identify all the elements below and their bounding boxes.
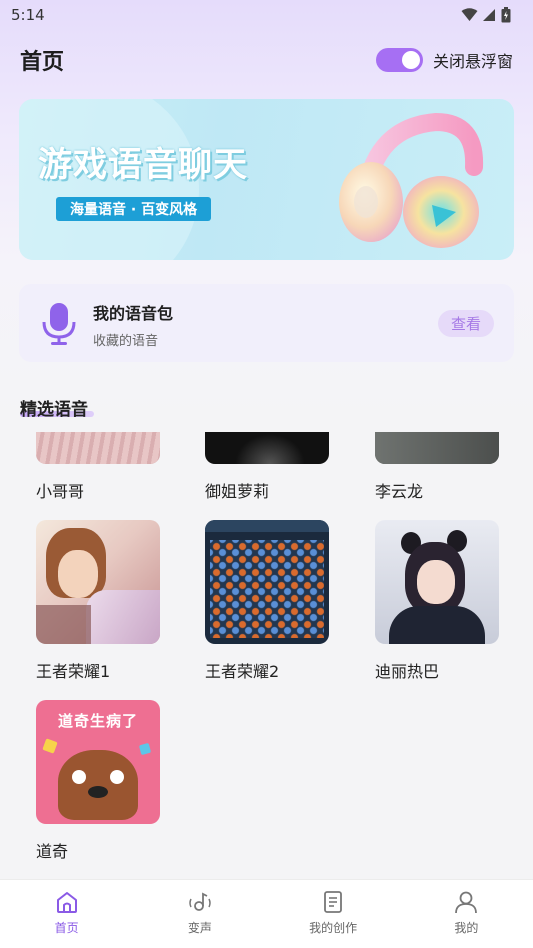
tab-voice-change[interactable]: 变声 bbox=[133, 880, 266, 948]
voice-item[interactable]: 王者荣耀1 bbox=[36, 520, 160, 682]
voice-item[interactable]: 御姐萝莉 bbox=[205, 432, 329, 502]
status-time: 5:14 bbox=[11, 6, 45, 24]
tab-label: 首页 bbox=[54, 921, 79, 935]
view-button[interactable]: 查看 bbox=[438, 310, 494, 337]
bottom-tab-bar: 首页 变声 我的创作 我的 bbox=[0, 879, 533, 948]
tab-my-creations[interactable]: 我的创作 bbox=[267, 880, 400, 948]
battery-icon bbox=[501, 7, 511, 23]
tab-home[interactable]: 首页 bbox=[0, 880, 133, 948]
voice-pack-subtitle: 收藏的语音 bbox=[93, 334, 159, 349]
banner-title: 游戏语音聊天 bbox=[38, 145, 248, 185]
tab-label: 我的 bbox=[454, 921, 479, 935]
tab-profile[interactable]: 我的 bbox=[400, 880, 533, 948]
voice-label: 王者荣耀2 bbox=[205, 662, 280, 681]
home-icon bbox=[56, 892, 77, 913]
voice-thumbnail: 道奇生病了 bbox=[36, 700, 160, 824]
voice-label: 王者荣耀1 bbox=[36, 662, 111, 681]
wifi-icon bbox=[461, 8, 478, 21]
banner-tag: 海量语音 · 百变风格 bbox=[56, 197, 212, 221]
headphones-icon bbox=[339, 112, 484, 248]
voice-label: 迪丽热巴 bbox=[375, 662, 440, 681]
voice-label: 小哥哥 bbox=[36, 482, 85, 501]
voice-item[interactable]: 小哥哥 bbox=[36, 432, 160, 502]
voice-thumbnail bbox=[36, 520, 160, 644]
user-icon bbox=[455, 891, 478, 914]
toggle-knob bbox=[401, 51, 420, 69]
microphone-icon bbox=[42, 303, 76, 345]
voice-item[interactable]: 李云龙 bbox=[375, 432, 499, 502]
toggle-label: 关闭悬浮窗 bbox=[432, 52, 513, 71]
floating-window-setting: 关闭悬浮窗 bbox=[375, 48, 513, 72]
voice-item[interactable]: 王者荣耀2 bbox=[205, 520, 329, 682]
voice-thumbnail bbox=[205, 432, 329, 464]
voice-thumbnail bbox=[36, 432, 160, 464]
voice-thumbnail bbox=[375, 520, 499, 644]
voice-label: 道奇 bbox=[36, 842, 69, 861]
voice-item[interactable]: 迪丽热巴 bbox=[375, 520, 499, 682]
voice-label: 御姐萝莉 bbox=[205, 482, 270, 501]
my-voice-pack-card[interactable]: 我的语音包 收藏的语音 查看 bbox=[19, 284, 514, 362]
signal-icon bbox=[483, 9, 495, 21]
voice-thumbnail bbox=[375, 432, 499, 464]
voice-change-icon bbox=[189, 892, 211, 911]
section-title: 精选语音 bbox=[20, 400, 88, 420]
status-bar: 5:14 bbox=[0, 0, 533, 30]
tab-label: 变声 bbox=[187, 921, 212, 935]
floating-window-toggle[interactable] bbox=[375, 48, 423, 72]
document-icon bbox=[324, 891, 343, 913]
voice-grid: 小哥哥 御姐萝莉 李云龙 王者荣耀1 王者荣耀2 迪丽热巴 道奇生病了 道奇 bbox=[0, 432, 533, 878]
voice-pack-title: 我的语音包 bbox=[93, 304, 174, 323]
page-title: 首页 bbox=[20, 50, 65, 75]
voice-thumbnail bbox=[205, 520, 329, 644]
app-header: 首页 关闭悬浮窗 bbox=[0, 38, 533, 82]
voice-label: 李云龙 bbox=[375, 482, 424, 501]
promo-banner[interactable]: 游戏语音聊天 海量语音 · 百变风格 bbox=[19, 99, 514, 260]
book-title: 道奇生病了 bbox=[57, 712, 138, 730]
tab-label: 我的创作 bbox=[309, 921, 358, 935]
voice-item[interactable]: 道奇生病了 道奇 bbox=[36, 700, 160, 862]
